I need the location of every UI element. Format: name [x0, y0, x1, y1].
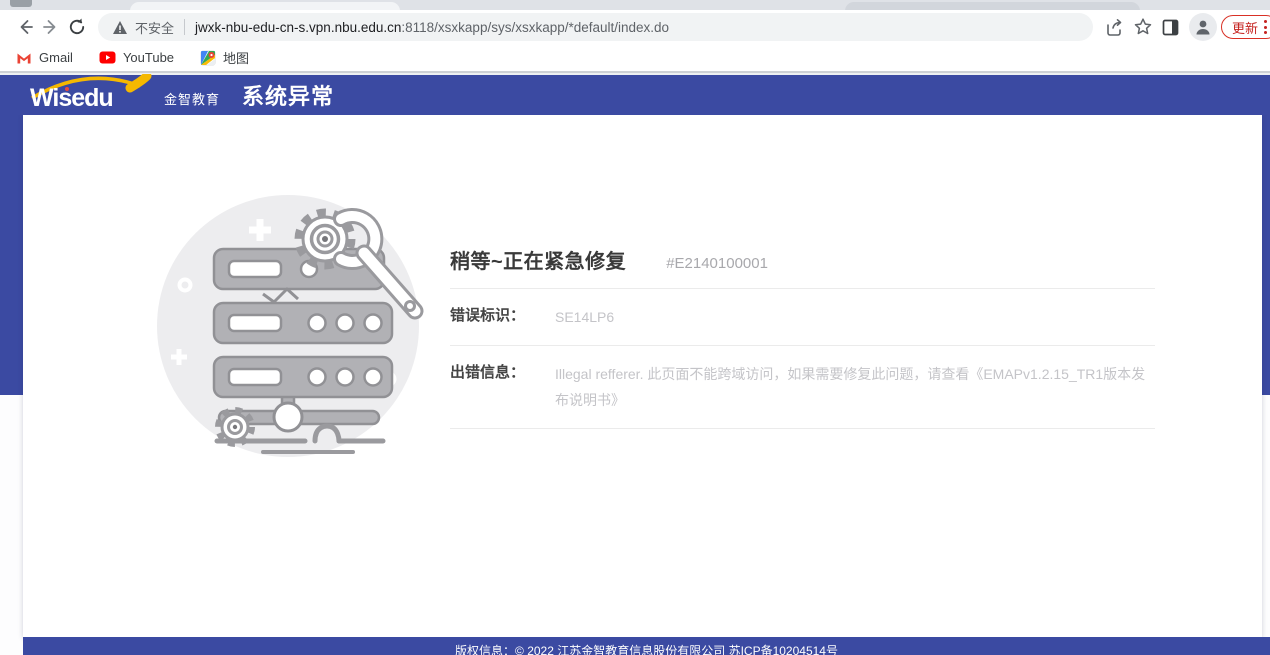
main-area: 稍等~正在紧急修复 #E2140100001 错误标识： SE14LP6 出错信… [0, 115, 1270, 655]
bookmark-label: 地图 [223, 48, 249, 67]
bookmarks-bar: Gmail YouTube 地图 [0, 44, 1270, 73]
site-header: Wisedu 金智教育 系统异常 [0, 75, 1270, 115]
wisedu-logo: Wisedu [30, 86, 142, 111]
profile-avatar-icon [1193, 17, 1213, 37]
reload-icon [67, 17, 87, 37]
browser-menu-icon[interactable] [1264, 20, 1267, 34]
error-field-value: SE14LP6 [555, 304, 614, 330]
error-field-label: 出错信息： [450, 361, 555, 382]
tab-strip [0, 0, 1270, 10]
logo-subtitle: 金智教育 [164, 89, 220, 108]
error-title: 稍等~正在紧急修复 [450, 245, 626, 274]
site-footer: 版权信息：© 2022 江苏金智教育信息股份有限公司 苏ICP备10204514… [23, 637, 1270, 655]
maps-icon [200, 50, 216, 66]
browser-toolbar: 不安全 jwxk-nbu-edu-cn-s.vpn.nbu.edu.cn:811… [0, 10, 1270, 44]
profile-button[interactable] [1189, 13, 1217, 41]
url-host: jwxk-nbu-edu-cn-s.vpn.nbu.edu.cn [195, 20, 401, 35]
share-button[interactable] [1101, 14, 1129, 40]
youtube-icon [99, 51, 116, 64]
bookmark-maps[interactable]: 地图 [200, 48, 249, 67]
page-title: 系统异常 [242, 79, 334, 111]
forward-icon [41, 17, 61, 37]
bookmark-label: YouTube [123, 50, 174, 65]
error-code: #E2140100001 [666, 255, 768, 272]
side-panel-icon [1161, 18, 1180, 37]
url-divider [184, 19, 185, 35]
logo-text: Wisedu [30, 86, 142, 111]
bookmark-youtube[interactable]: YouTube [99, 50, 174, 65]
inactive-tab-top[interactable] [845, 2, 1140, 10]
logo-i-dot [65, 87, 69, 91]
copyright-text: 版权信息：© 2022 江苏金智教育信息股份有限公司 苏ICP备10204514… [455, 645, 838, 655]
bookmark-label: Gmail [39, 50, 73, 65]
error-title-row: 稍等~正在紧急修复 #E2140100001 [450, 245, 1155, 289]
error-card: 稍等~正在紧急修复 #E2140100001 错误标识： SE14LP6 出错信… [23, 115, 1262, 637]
error-field-row: 错误标识： SE14LP6 [450, 289, 1155, 346]
bookmark-gmail[interactable]: Gmail [16, 50, 73, 66]
gmail-icon [16, 50, 32, 66]
error-field-value: Illegal refferer. 此页面不能跨域访问，如果需要修复此问题，请查… [555, 361, 1150, 413]
security-label: 不安全 [135, 18, 174, 37]
error-panel: 稍等~正在紧急修复 #E2140100001 错误标识： SE14LP6 出错信… [450, 245, 1155, 429]
active-tab-top[interactable] [130, 2, 400, 10]
bookmark-star-icon [1133, 17, 1153, 37]
error-field-row: 出错信息： Illegal refferer. 此页面不能跨域访问，如果需要修复… [450, 346, 1155, 429]
side-panel-button[interactable] [1157, 14, 1185, 40]
not-secure-warning-icon [112, 20, 128, 35]
tab-strip-fragment [10, 0, 32, 7]
back-button[interactable] [12, 14, 38, 40]
update-label: 更新 [1232, 18, 1258, 37]
server-maintenance-illustration [157, 193, 437, 459]
bookmark-star-button[interactable] [1129, 14, 1157, 40]
url-path: :8118/xsxkapp/sys/xsxkapp/*default/index… [401, 20, 669, 35]
update-button[interactable]: 更新 [1221, 15, 1270, 39]
share-icon [1105, 18, 1124, 37]
reload-button[interactable] [64, 14, 90, 40]
error-field-label: 错误标识： [450, 304, 555, 325]
back-icon [15, 17, 35, 37]
address-bar[interactable]: 不安全 jwxk-nbu-edu-cn-s.vpn.nbu.edu.cn:811… [98, 13, 1093, 41]
forward-button[interactable] [38, 14, 64, 40]
